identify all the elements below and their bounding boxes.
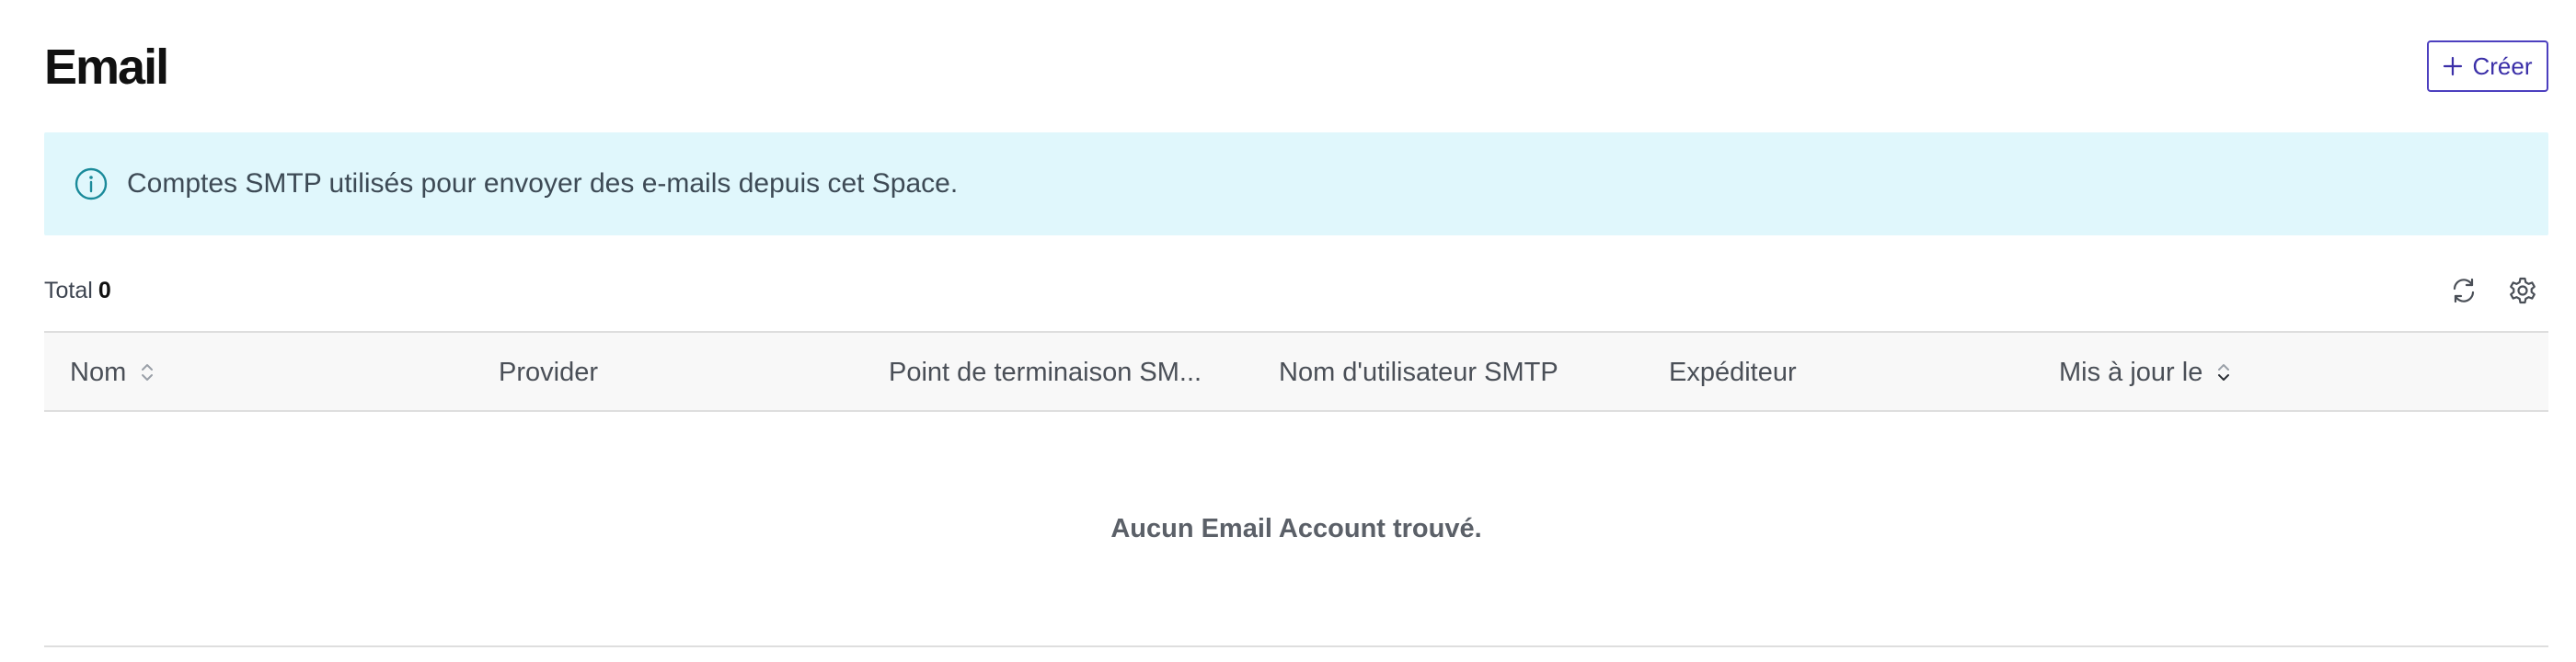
sort-icon: [142, 364, 154, 381]
column-header-updated-at[interactable]: Mis à jour le: [2059, 333, 2501, 412]
table-empty-state: Aucun Email Account trouvé.: [44, 412, 2548, 647]
total-count: Total 0: [44, 278, 111, 304]
column-header-nom[interactable]: Nom: [70, 333, 475, 412]
info-banner: Comptes SMTP utilisés pour envoyer des e…: [44, 132, 2548, 235]
total-value: 0: [98, 278, 111, 303]
page-title: Email: [44, 40, 169, 95]
create-button-label: Créer: [2472, 51, 2533, 80]
refresh-button[interactable]: [2444, 270, 2484, 311]
table-header: Nom Provider Point de terminaison SM... …: [44, 331, 2548, 412]
info-circle-icon: [75, 167, 108, 200]
empty-state-text: Aucun Email Account trouvé.: [1110, 513, 1482, 543]
sort-icon: [2218, 364, 2230, 381]
plus-icon: [2444, 56, 2463, 76]
email-accounts-table: Nom Provider Point de terminaison SM... …: [44, 331, 2548, 647]
column-header-sender: Expéditeur: [1669, 357, 1797, 387]
column-header-smtp-endpoint: Point de terminaison SM...: [889, 357, 1202, 387]
column-header-smtp-username: Nom d'utilisateur SMTP: [1279, 357, 1558, 387]
create-button[interactable]: Créer: [2427, 40, 2548, 92]
settings-button[interactable]: [2502, 270, 2543, 311]
refresh-icon: [2453, 278, 2475, 303]
total-label: Total: [44, 278, 93, 303]
gear-icon: [2510, 277, 2536, 304]
info-banner-text: Comptes SMTP utilisés pour envoyer des e…: [127, 168, 959, 199]
page: Email Créer Comptes SMTP utilisés pour e…: [0, 0, 2576, 662]
column-header-provider: Provider: [499, 357, 598, 387]
